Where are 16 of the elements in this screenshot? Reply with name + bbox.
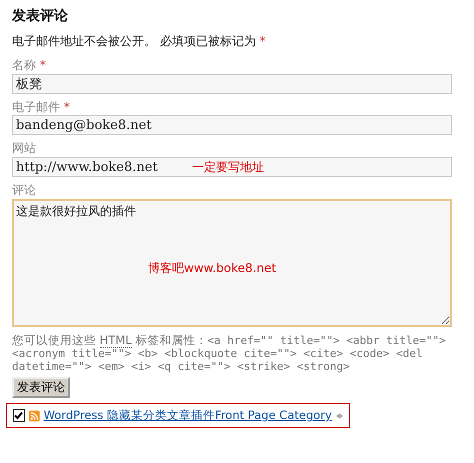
rss-icon <box>28 410 40 422</box>
allowed-tags-note: 您可以使用这些 HTML 标签和属性：<a href="" title=""> <abbr title=""> <acronym title=""> <b> <blockquote cite=""> <cite> <code> <del datetime=""> <em> <i> <q cite=""> <strike> <strong> <box>12 334 447 374</box>
article-link[interactable]: WordPress 隐藏某分类文章插件Front Page Category <box>44 409 332 422</box>
input-field[interactable]: 板凳 <box>12 74 452 94</box>
annotation-text: 一定要写地址 <box>192 161 264 176</box>
field-label: 网站 <box>12 142 37 156</box>
submit-button[interactable]: 发表评论 <box>12 377 70 398</box>
section-title: 发表评论 <box>12 8 69 24</box>
diamond-icon <box>336 412 343 419</box>
field-label: 评论 <box>12 184 37 198</box>
checkbox[interactable] <box>13 409 25 422</box>
annotation-text: 博客吧www.boke8.net <box>148 262 276 276</box>
notice-text: 电子邮件地址不会被公开。 必填项已被标记为 * <box>12 35 267 49</box>
field-label: 电子邮件 * <box>12 100 71 114</box>
field-label: 名称 * <box>12 58 47 73</box>
input-field[interactable]: bandeng@boke8.net <box>12 115 452 136</box>
